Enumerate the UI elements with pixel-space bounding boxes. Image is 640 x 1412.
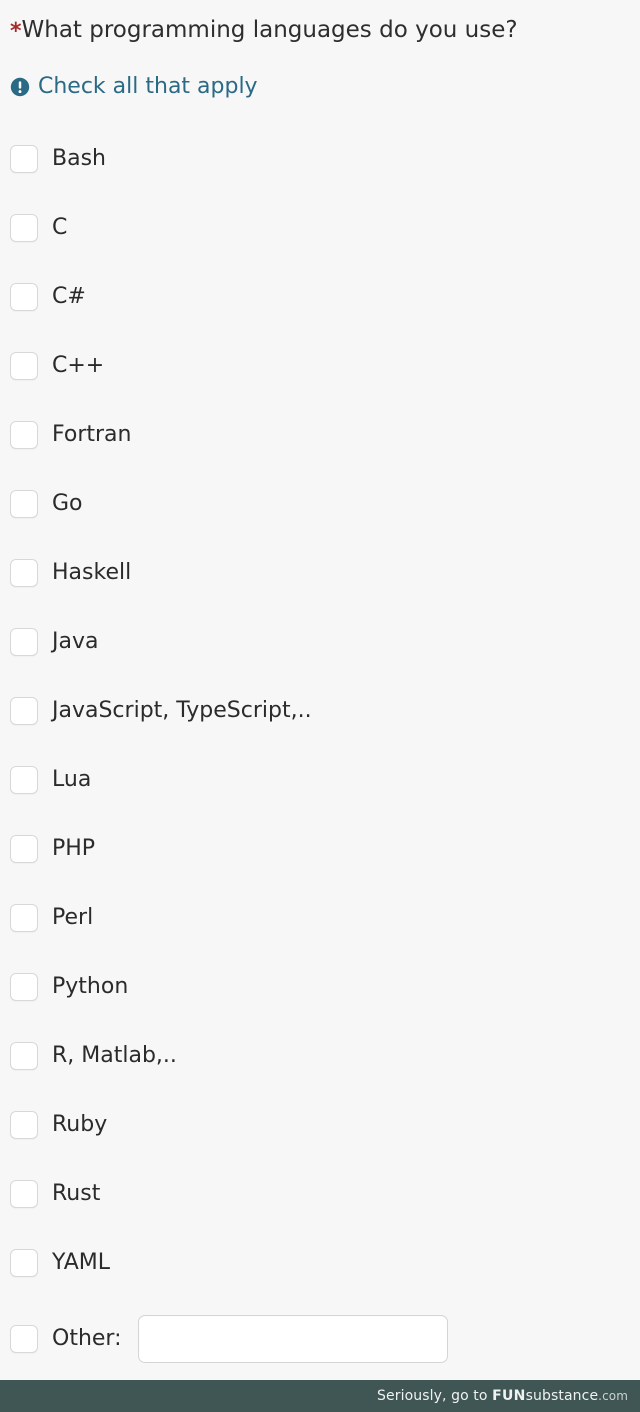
option-label[interactable]: Lua: [52, 761, 91, 799]
watermark-bar: Seriously, go to FUNsubstance.com: [0, 1380, 640, 1412]
other-text-input[interactable]: [137, 1315, 448, 1363]
checkbox-java[interactable]: [10, 628, 38, 656]
option-label[interactable]: YAML: [52, 1244, 110, 1282]
option-row-ruby[interactable]: Ruby: [0, 1097, 640, 1166]
option-label[interactable]: Fortran: [52, 416, 131, 454]
option-row-perl[interactable]: Perl: [0, 890, 640, 959]
checkbox-python[interactable]: [10, 973, 38, 1001]
info-circle-icon: [10, 77, 30, 97]
option-row-c[interactable]: C: [0, 200, 640, 269]
option-label[interactable]: Bash: [52, 140, 106, 178]
option-row-lua[interactable]: Lua: [0, 752, 640, 821]
option-label[interactable]: Perl: [52, 899, 93, 937]
survey-question-page: *What programming languages do you use? …: [0, 0, 640, 1412]
watermark-brand-bold: FUN: [492, 1388, 526, 1404]
checkbox-yaml[interactable]: [10, 1249, 38, 1277]
checkbox-cplusplus[interactable]: [10, 352, 38, 380]
hint-text: Check all that apply: [38, 74, 258, 99]
option-row-bash[interactable]: Bash: [0, 131, 640, 200]
watermark-brand-rest: substance: [525, 1388, 599, 1404]
options-list: Bash C C# C++ Fortran Go Haskell Java Ja…: [0, 131, 640, 1304]
question-title-text: What programming languages do you use?: [21, 17, 518, 43]
option-row-yaml[interactable]: YAML: [0, 1235, 640, 1304]
option-label[interactable]: C: [52, 209, 67, 247]
checkbox-lua[interactable]: [10, 766, 38, 794]
watermark-text: Seriously, go to FUNsubstance.com: [377, 1388, 628, 1404]
option-row-php[interactable]: PHP: [0, 821, 640, 890]
page-title: *What programming languages do you use?: [10, 14, 630, 48]
option-row-go[interactable]: Go: [0, 476, 640, 545]
option-row-rust[interactable]: Rust: [0, 1166, 640, 1235]
option-label[interactable]: Rust: [52, 1175, 100, 1213]
option-label[interactable]: Haskell: [52, 554, 131, 592]
option-row-other[interactable]: Other:: [10, 1311, 448, 1367]
required-asterisk: *: [10, 19, 22, 44]
watermark-tld: .com: [598, 1389, 628, 1403]
checkbox-csharp[interactable]: [10, 283, 38, 311]
checkbox-php[interactable]: [10, 835, 38, 863]
option-row-cplusplus[interactable]: C++: [0, 338, 640, 407]
option-label[interactable]: PHP: [52, 830, 95, 868]
checkbox-fortran[interactable]: [10, 421, 38, 449]
option-label[interactable]: Go: [52, 485, 83, 523]
checkbox-haskell[interactable]: [10, 559, 38, 587]
option-row-fortran[interactable]: Fortran: [0, 407, 640, 476]
option-label[interactable]: Java: [52, 623, 98, 661]
option-label[interactable]: Python: [52, 968, 128, 1006]
option-row-r-matlab[interactable]: R, Matlab,..: [0, 1028, 640, 1097]
checkbox-other[interactable]: [10, 1325, 38, 1353]
option-label[interactable]: C++: [52, 347, 104, 385]
option-label[interactable]: R, Matlab,..: [52, 1037, 177, 1075]
checkbox-javascript[interactable]: [10, 697, 38, 725]
checkbox-rust[interactable]: [10, 1180, 38, 1208]
option-row-java[interactable]: Java: [0, 614, 640, 683]
watermark-prefix: Seriously, go to: [377, 1388, 493, 1404]
question-header: *What programming languages do you use?: [10, 14, 630, 48]
checkbox-ruby[interactable]: [10, 1111, 38, 1139]
option-row-haskell[interactable]: Haskell: [0, 545, 640, 614]
other-label[interactable]: Other:: [52, 1320, 122, 1358]
hint-row: Check all that apply: [10, 74, 258, 100]
checkbox-perl[interactable]: [10, 904, 38, 932]
checkbox-r-matlab[interactable]: [10, 1042, 38, 1070]
checkbox-go[interactable]: [10, 490, 38, 518]
option-label[interactable]: Ruby: [52, 1106, 107, 1144]
checkbox-bash[interactable]: [10, 145, 38, 173]
checkbox-c[interactable]: [10, 214, 38, 242]
option-label[interactable]: C#: [52, 278, 86, 316]
option-label[interactable]: JavaScript, TypeScript,..: [52, 692, 312, 730]
option-row-csharp[interactable]: C#: [0, 269, 640, 338]
option-row-python[interactable]: Python: [0, 959, 640, 1028]
option-row-javascript[interactable]: JavaScript, TypeScript,..: [0, 683, 640, 752]
